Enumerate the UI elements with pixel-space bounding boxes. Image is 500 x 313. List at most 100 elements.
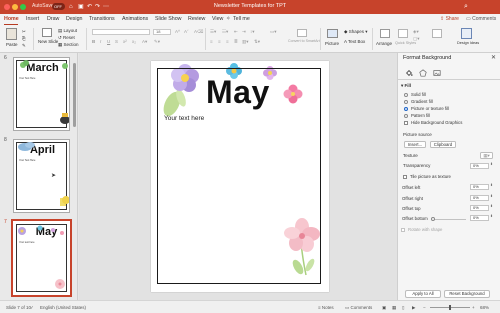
hide-background-graphics-checkbox[interactable] [404, 121, 408, 125]
tab-review[interactable]: Review [188, 16, 205, 22]
slide-body-text[interactable]: Your text here [164, 115, 204, 122]
thumbnail-scrollbar[interactable] [73, 63, 76, 127]
quick-styles-icon[interactable] [398, 29, 408, 38]
pattern-fill-radio[interactable] [404, 114, 408, 118]
tab-tell-me[interactable]: Tell me [233, 16, 250, 22]
close-icon[interactable]: ✕ [491, 54, 496, 61]
picture-fill-radio[interactable] [404, 107, 408, 111]
tab-slide-show[interactable]: Slide Show [155, 16, 182, 22]
zoom-out-icon[interactable]: − [423, 305, 426, 310]
texture-picker[interactable]: ▦▾ [480, 152, 493, 159]
layout-button[interactable]: ▤ Layout [58, 28, 77, 34]
insert-picture-button[interactable]: Insert... [404, 141, 426, 148]
paste-icon[interactable] [6, 28, 17, 40]
shrink-font-icon[interactable]: Aˇ [184, 29, 189, 34]
superscript-icon[interactable]: x² [123, 39, 127, 44]
align-text-icon[interactable]: ▭▾ [270, 29, 277, 35]
convert-smartart-label[interactable]: Convert to SmartArt [288, 39, 320, 43]
bold-icon[interactable]: B [92, 39, 95, 44]
tab-insert[interactable]: Insert [26, 16, 39, 22]
section-button[interactable]: ▦ Section [58, 42, 79, 48]
picture-settings-icon[interactable] [433, 69, 441, 77]
decrease-indent-icon[interactable]: ⇤ [234, 29, 238, 35]
align-right-icon[interactable]: ≡ [226, 39, 229, 44]
justify-icon[interactable]: ≣ [234, 39, 238, 45]
columns-icon[interactable]: ▥▾ [242, 39, 249, 45]
format-painter-icon[interactable]: ✎ [22, 43, 26, 49]
slide-thumbnail-march[interactable]: March Your Text Here [13, 57, 70, 131]
text-box-button[interactable]: A Text Box [344, 39, 365, 44]
font-size-field[interactable]: 18 [153, 29, 171, 35]
comments-button[interactable]: ▭ Comments [466, 16, 496, 22]
transparency-value[interactable]: 0% [470, 163, 489, 169]
rotate-with-shape-checkbox[interactable] [401, 228, 405, 232]
tab-animations[interactable]: Animations [122, 16, 148, 22]
smartart-icon[interactable] [297, 29, 307, 37]
increase-indent-icon[interactable]: ⇥ [242, 29, 246, 35]
gradient-fill-radio[interactable] [404, 100, 408, 104]
strikethrough-icon[interactable]: S [115, 39, 118, 44]
copy-icon[interactable]: ⎘ [22, 36, 26, 41]
shape-fill-icon[interactable]: ◈▾ [413, 29, 419, 35]
spinner-arrows-icon[interactable]: ⬍ [490, 214, 493, 218]
spinner-arrows-icon[interactable]: ⬍ [490, 183, 493, 187]
design-ideas-icon[interactable] [461, 28, 472, 39]
reset-background-button[interactable]: Reset Background [444, 290, 490, 298]
offset-right-field[interactable]: 0% [470, 195, 489, 201]
tab-draw[interactable]: Draw [47, 16, 59, 22]
slide-sorter-icon[interactable]: ▦ [392, 305, 396, 311]
numbering-icon[interactable]: ☷▾ [222, 29, 228, 35]
notes-button[interactable]: ≡ Notes [318, 305, 334, 310]
spinner-arrows-icon[interactable]: ⬍ [490, 162, 493, 166]
zoom-in-icon[interactable]: + [472, 305, 475, 310]
cut-icon[interactable]: ✂ [22, 29, 26, 35]
spinner-arrows-icon[interactable]: ⬍ [490, 204, 493, 208]
fill-bucket-icon[interactable] [405, 69, 413, 77]
tab-design[interactable]: Design [66, 16, 83, 22]
slide-thumbnail-april[interactable]: April Your Text Here ➤ [13, 139, 70, 213]
slide-title[interactable]: May [206, 74, 270, 111]
solid-fill-radio[interactable] [404, 93, 408, 97]
slideshow-icon[interactable]: ▶ [412, 305, 415, 311]
font-color-icon[interactable]: A▾ [142, 39, 147, 45]
current-slide[interactable]: May Your text here [151, 61, 329, 292]
zoom-slider-thumb[interactable] [449, 305, 451, 310]
selection-pane-icon[interactable] [432, 29, 442, 38]
spell-check-icon[interactable]: ✓ [30, 305, 34, 311]
search-icon[interactable]: ⌕ [464, 3, 468, 11]
clipboard-button[interactable]: Clipboard [430, 141, 456, 148]
offset-bottom-field[interactable]: 0% [470, 215, 489, 221]
apply-to-all-button[interactable]: Apply to All [405, 290, 441, 298]
clear-format-icon[interactable]: A⌫ [194, 29, 203, 35]
slide-thumbnail-may[interactable]: May Your text here [11, 219, 72, 297]
new-slide-icon[interactable] [42, 28, 52, 37]
tile-picture-checkbox[interactable] [403, 175, 407, 179]
line-spacing-icon[interactable]: ↕▾ [250, 29, 255, 35]
reading-view-icon[interactable]: ▯ [402, 305, 404, 311]
shapes-button[interactable]: ◆ Shapes ▾ [344, 29, 368, 35]
tab-transitions[interactable]: Transitions [89, 16, 115, 22]
offset-top-field[interactable]: 0% [470, 205, 489, 211]
italic-icon[interactable]: I [100, 39, 101, 44]
comments-status-button[interactable]: ▭ Comments [345, 305, 372, 311]
spinner-arrows-icon[interactable]: ⬍ [490, 194, 493, 198]
align-center-icon[interactable]: ≡ [218, 39, 221, 44]
picture-icon[interactable] [327, 29, 338, 38]
effects-pentagon-icon[interactable] [419, 69, 427, 77]
tab-view[interactable]: View [212, 16, 223, 22]
zoom-level[interactable]: 68% [480, 305, 489, 310]
align-left-icon[interactable]: ≡ [210, 39, 213, 44]
text-direction-icon[interactable]: ⇅▾ [254, 39, 260, 45]
fill-section-header[interactable]: ▾ Fill [401, 83, 411, 89]
subscript-icon[interactable]: x₂ [132, 39, 136, 44]
reset-button[interactable]: ↺ Reset [58, 35, 75, 41]
normal-view-icon[interactable]: ▣ [382, 305, 386, 311]
offset-left-field[interactable]: 0% [470, 184, 489, 190]
transparency-slider-knob[interactable] [431, 217, 435, 221]
font-name-field[interactable] [92, 29, 150, 35]
language-indicator[interactable]: English (United States) [40, 305, 86, 310]
transparency-slider[interactable] [432, 219, 466, 220]
bullets-icon[interactable]: ☰▾ [210, 29, 216, 35]
tab-home[interactable]: Home [4, 16, 19, 22]
grow-font-icon[interactable]: A^ [175, 29, 180, 34]
